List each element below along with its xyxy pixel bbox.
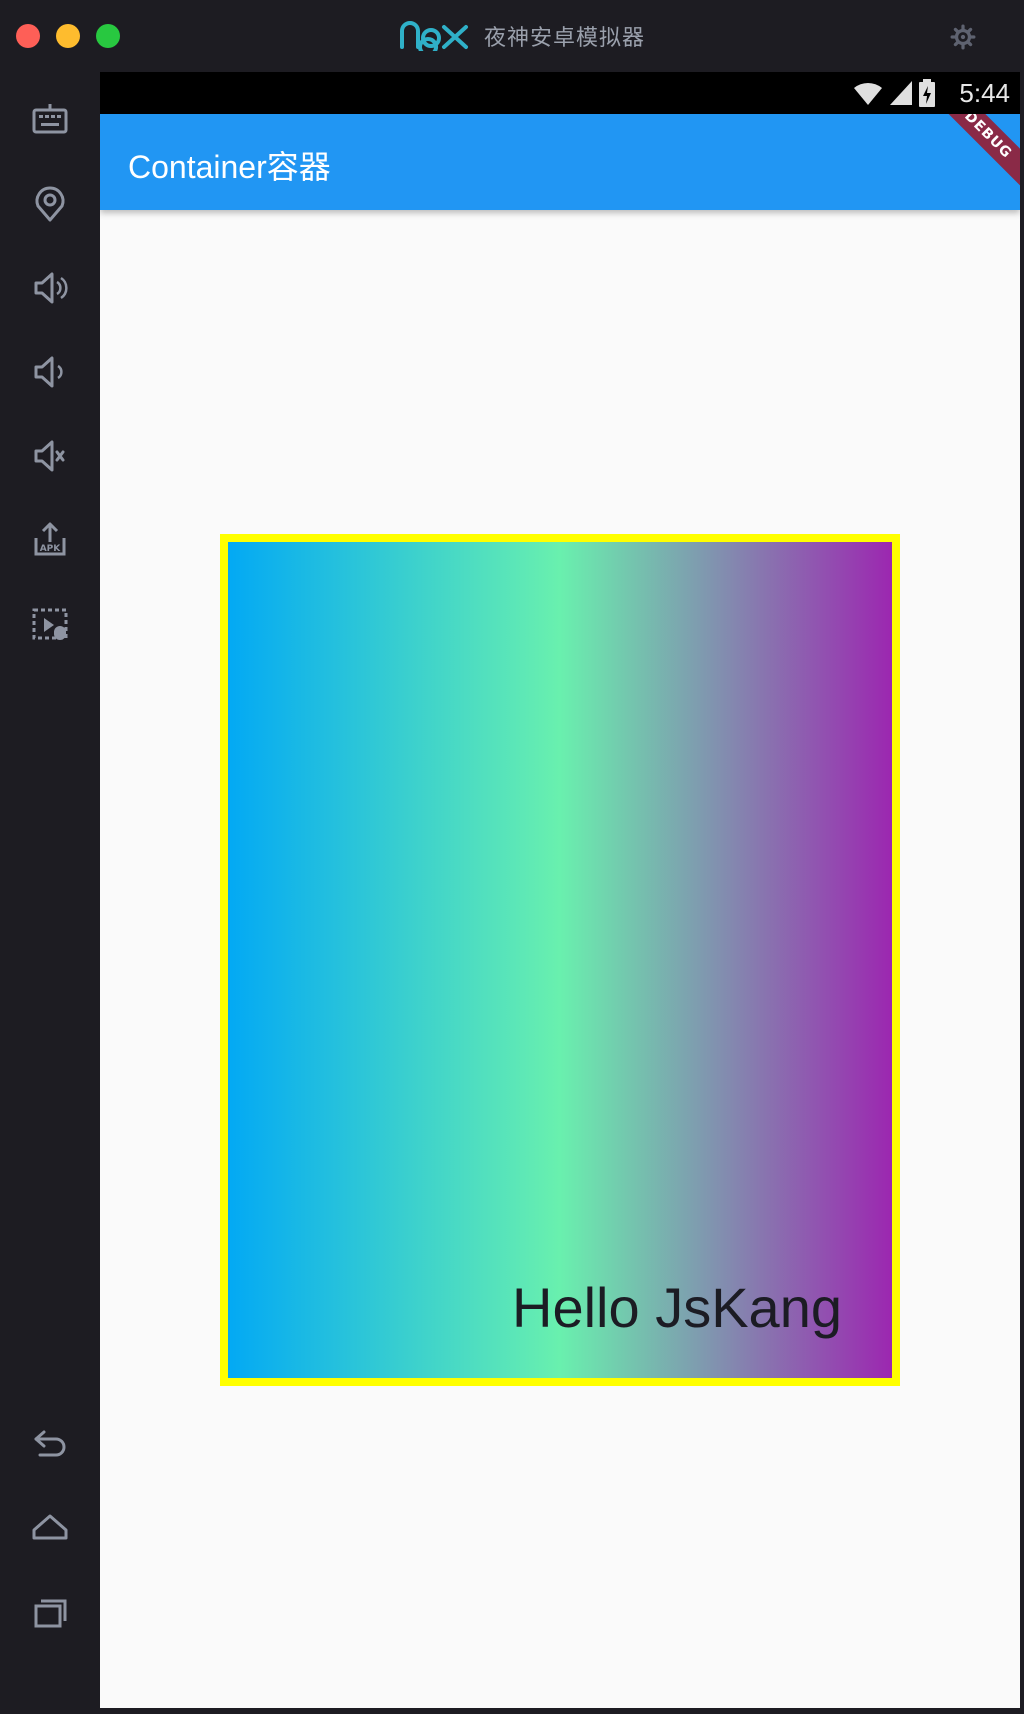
home-icon [32, 1514, 68, 1540]
brand: 夜神安卓模拟器 [398, 18, 645, 54]
page-title: Container容器 [128, 149, 331, 185]
volume-up-button[interactable] [26, 264, 74, 312]
apk-install-button[interactable]: APK [26, 516, 74, 564]
recent-apps-icon [34, 1599, 67, 1628]
app-name: 夜神安卓模拟器 [484, 26, 646, 51]
home-button[interactable] [26, 1504, 74, 1552]
macro-record-icon [32, 608, 68, 640]
maximize-window-button[interactable] [96, 24, 120, 48]
volume-down-icon [34, 356, 63, 388]
location-button[interactable] [26, 180, 74, 228]
mute-icon [34, 440, 65, 472]
gear-icon[interactable] [950, 24, 976, 50]
svg-text:APK: APK [40, 544, 62, 554]
status-time: 5:44 [959, 78, 1010, 108]
container-text: Hello JsKang [512, 1276, 842, 1339]
minimize-window-button[interactable] [56, 24, 80, 48]
signal-icon [890, 81, 912, 105]
volume-up-icon [34, 272, 68, 304]
mute-button[interactable] [26, 432, 74, 480]
apk-install-icon: APK [34, 522, 66, 556]
emulator-window: 夜神安卓模拟器 APK 5:44 Container容器 DEBUG Hello… [0, 0, 1024, 1714]
app-bar: Container容器 DEBUG [100, 114, 1020, 210]
close-window-button[interactable] [16, 24, 40, 48]
emulator-sidebar: APK [0, 72, 100, 1714]
volume-down-button[interactable] [26, 348, 74, 396]
gradient-container: Hello JsKang [220, 534, 900, 1386]
keyboard-icon [32, 104, 68, 134]
nox-logo-icon [400, 21, 468, 51]
location-icon [35, 186, 65, 222]
keyboard-button[interactable] [26, 96, 74, 144]
back-button[interactable] [26, 1420, 74, 1468]
status-bar: 5:44 [100, 72, 1020, 114]
wifi-icon [854, 82, 882, 105]
back-icon [34, 1430, 66, 1457]
battery-icon [919, 79, 935, 107]
title-bar: 夜神安卓模拟器 [0, 0, 1024, 72]
macro-record-button[interactable] [26, 600, 74, 648]
recent-apps-button[interactable] [26, 1588, 74, 1636]
android-screen: 5:44 Container容器 DEBUG Hello JsKang [100, 72, 1020, 1708]
status-icons [852, 78, 936, 108]
debug-banner: DEBUG [929, 114, 1020, 194]
